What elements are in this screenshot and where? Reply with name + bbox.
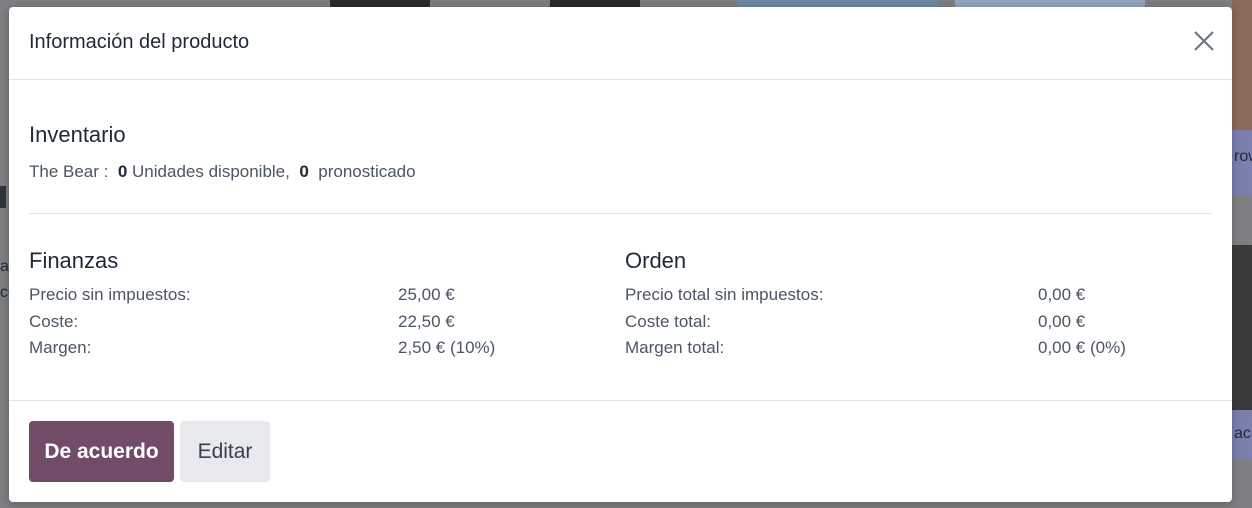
order-value: 0,00 € — [1038, 312, 1086, 331]
background-text: a — [0, 258, 9, 275]
close-icon[interactable] — [1192, 29, 1216, 53]
inventory-forecast-qty: 0 — [299, 162, 309, 181]
finance-label: Coste: — [29, 312, 79, 331]
background-text: row — [1234, 148, 1252, 165]
finance-label: Margen: — [29, 338, 92, 357]
order-heading: Orden — [625, 248, 687, 273]
order-label: Precio total sin impuestos: — [625, 285, 824, 304]
background-product-image — [1232, 245, 1252, 410]
dialog-title: Información del producto — [29, 31, 250, 53]
product-info-dialog: Información del producto Inventario The … — [9, 7, 1232, 502]
order-value: 0,00 € — [1038, 285, 1086, 304]
background-product-image — [330, 0, 430, 7]
order-label: Margen total: — [625, 338, 725, 357]
background-product-image — [738, 0, 938, 7]
dialog-header: Información del producto — [9, 7, 1232, 80]
background-product-image — [955, 0, 1145, 7]
edit-button[interactable]: Editar — [180, 421, 270, 482]
section-divider — [29, 213, 1212, 214]
inventory-available-label: Unidades disponible, — [132, 162, 290, 181]
ok-button[interactable]: De acuerdo — [29, 421, 174, 482]
inventory-line: The Bear : 0 Unidades disponible, 0 pron… — [29, 162, 416, 182]
finance-value: 25,00 € — [398, 285, 455, 304]
background-text: ac — [1234, 425, 1251, 442]
background-product-image — [1232, 0, 1252, 130]
inventory-heading: Inventario — [29, 122, 126, 147]
background-badge — [0, 186, 6, 208]
order-value: 0,00 € (0%) — [1038, 338, 1126, 357]
finances-heading: Finanzas — [29, 248, 119, 273]
inventory-forecast-label: pronosticado — [318, 162, 416, 181]
finance-label: Precio sin impuestos: — [29, 285, 191, 304]
background-product-image — [550, 0, 640, 7]
dialog-footer: De acuerdo Editar — [9, 400, 1232, 502]
finance-value: 2,50 € (10%) — [398, 338, 496, 357]
inventory-available-qty: 0 — [117, 162, 128, 181]
inventory-product-name: The Bear : — [29, 162, 109, 181]
finance-value: 22,50 € — [398, 312, 455, 331]
dialog-body: Inventario The Bear : 0 Unidades disponi… — [9, 80, 1232, 400]
order-label: Coste total: — [625, 312, 711, 331]
